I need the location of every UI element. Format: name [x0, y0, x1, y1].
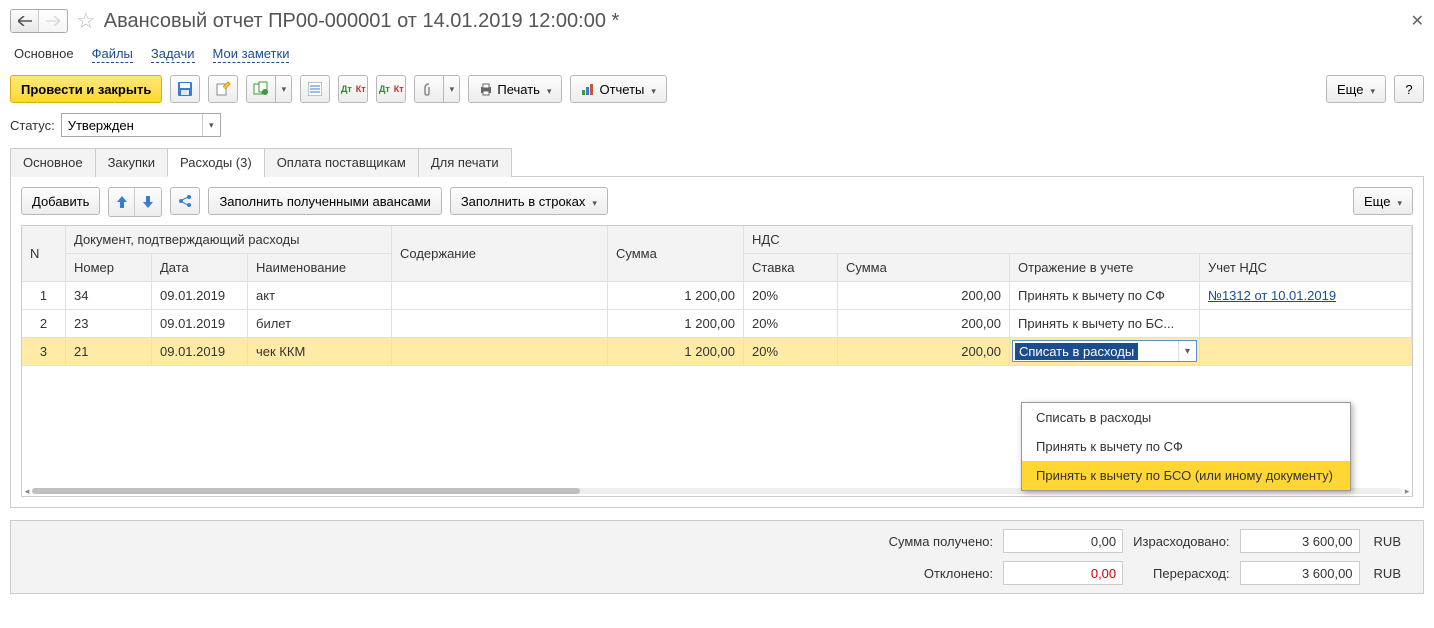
currency-label: RUB	[1370, 566, 1405, 581]
col-num[interactable]: Номер	[66, 254, 152, 282]
status-input[interactable]	[62, 114, 202, 136]
dt-ct-button[interactable]: ДтКт	[338, 75, 368, 103]
tab-expenses[interactable]: Расходы (3)	[167, 148, 265, 177]
page-title: Авансовый отчет ПР00-000001 от 14.01.201…	[104, 10, 620, 33]
nav-tab-main[interactable]: Основное	[14, 46, 74, 63]
nav-tab-tasks[interactable]: Задачи	[151, 46, 195, 63]
tab-purchases[interactable]: Закупки	[95, 148, 168, 177]
status-row: Статус: ▾	[10, 113, 1424, 137]
dropdown-option[interactable]: Списать в расходы	[1022, 403, 1350, 432]
currency-label: RUB	[1370, 534, 1405, 549]
accounting-cell-editor[interactable]: Списать в расходы ▾	[1012, 340, 1197, 362]
share-button[interactable]	[170, 187, 200, 215]
status-label: Статус:	[10, 118, 55, 133]
col-date[interactable]: Дата	[152, 254, 248, 282]
invoice-link[interactable]: №1312 от 10.01.2019	[1208, 288, 1336, 303]
tab-more-button[interactable]: Еще	[1353, 187, 1413, 215]
declined-label: Отклонено:	[889, 566, 994, 581]
nav-tab-notes[interactable]: Мои заметки	[213, 46, 290, 63]
tab-print[interactable]: Для печати	[418, 148, 512, 177]
fill-advances-button[interactable]: Заполнить полученными авансами	[208, 187, 441, 215]
tab-toolbar: Добавить Заполнить полученными авансами …	[21, 187, 1413, 217]
forward-button[interactable]	[39, 10, 67, 32]
dropdown-option-highlighted[interactable]: Принять к вычету по БСО (или иному докум…	[1022, 461, 1350, 490]
tab-main[interactable]: Основное	[10, 148, 96, 177]
col-vat-acct[interactable]: Учет НДС	[1200, 254, 1412, 282]
status-dropdown-icon[interactable]: ▾	[202, 114, 220, 136]
overspend-label: Перерасход:	[1133, 566, 1229, 581]
col-nds[interactable]: НДС	[744, 226, 1412, 254]
list-button[interactable]	[300, 75, 330, 103]
attach-button[interactable]: ▾	[414, 75, 460, 103]
received-label: Сумма получено:	[889, 534, 994, 549]
close-icon[interactable]: ✕	[1411, 11, 1424, 31]
move-down-button[interactable]	[135, 188, 161, 216]
help-button[interactable]: ?	[1394, 75, 1424, 103]
post-button[interactable]	[208, 75, 238, 103]
save-button[interactable]	[170, 75, 200, 103]
spent-label: Израсходовано:	[1133, 534, 1229, 549]
titlebar: ☆ Авансовый отчет ПР00-000001 от 14.01.2…	[10, 8, 1424, 34]
favorite-star-icon[interactable]: ☆	[76, 8, 96, 34]
accounting-selected-value: Списать в расходы	[1015, 343, 1138, 360]
tab-body-expenses: Добавить Заполнить полученными авансами …	[10, 177, 1424, 508]
status-combo[interactable]: ▾	[61, 113, 221, 137]
col-name[interactable]: Наименование	[248, 254, 392, 282]
move-row-group	[108, 187, 162, 217]
reports-button[interactable]: Отчеты	[570, 75, 666, 103]
received-value: 0,00	[1003, 529, 1123, 553]
fill-rows-button[interactable]: Заполнить в строках	[450, 187, 608, 215]
sub-tabs: Основное Закупки Расходы (3) Оплата пост…	[10, 147, 1424, 177]
col-n[interactable]: N	[22, 226, 66, 282]
main-toolbar: Провести и закрыть ▾ ДтКт ДтКт ▾ Печать …	[10, 75, 1424, 103]
col-sum[interactable]: Сумма	[608, 226, 744, 282]
add-row-button[interactable]: Добавить	[21, 187, 100, 215]
table-row-selected[interactable]: 3 21 09.01.2019 чек ККМ 1 200,00 20% 200…	[22, 338, 1412, 366]
create-based-on-button[interactable]: ▾	[246, 75, 292, 103]
nav-tab-files[interactable]: Файлы	[92, 46, 133, 63]
expenses-grid: N Документ, подтверждающий расходы Содер…	[21, 225, 1413, 497]
editor-dropdown-icon[interactable]: ▾	[1178, 341, 1196, 361]
table-row[interactable]: 1 34 09.01.2019 акт 1 200,00 20% 200,00 …	[22, 282, 1412, 310]
tab-vendor-payment[interactable]: Оплата поставщикам	[264, 148, 419, 177]
post-and-close-button[interactable]: Провести и закрыть	[10, 75, 162, 103]
accounting-dropdown: Списать в расходы Принять к вычету по СФ…	[1021, 402, 1351, 491]
footer-totals: Сумма получено: 0,00 Израсходовано: 3 60…	[10, 520, 1424, 594]
move-up-button[interactable]	[109, 188, 135, 216]
back-button[interactable]	[11, 10, 39, 32]
history-nav	[10, 9, 68, 33]
dropdown-option[interactable]: Принять к вычету по СФ	[1022, 432, 1350, 461]
table-row[interactable]: 2 23 09.01.2019 билет 1 200,00 20% 200,0…	[22, 310, 1412, 338]
nav-tabs: Основное Файлы Задачи Мои заметки	[10, 44, 1424, 65]
col-document[interactable]: Документ, подтверждающий расходы	[66, 226, 392, 254]
overspend-value: 3 600,00	[1240, 561, 1360, 585]
print-button[interactable]: Печать	[468, 75, 562, 103]
col-nds-sum[interactable]: Сумма	[838, 254, 1010, 282]
col-accounting[interactable]: Отражение в учете	[1010, 254, 1200, 282]
more-button[interactable]: Еще	[1326, 75, 1386, 103]
dt-kt-toggle-button[interactable]: ДтКт	[376, 75, 406, 103]
col-content[interactable]: Содержание	[392, 226, 608, 282]
col-rate[interactable]: Ставка	[744, 254, 838, 282]
spent-value: 3 600,00	[1240, 529, 1360, 553]
declined-value: 0,00	[1003, 561, 1123, 585]
